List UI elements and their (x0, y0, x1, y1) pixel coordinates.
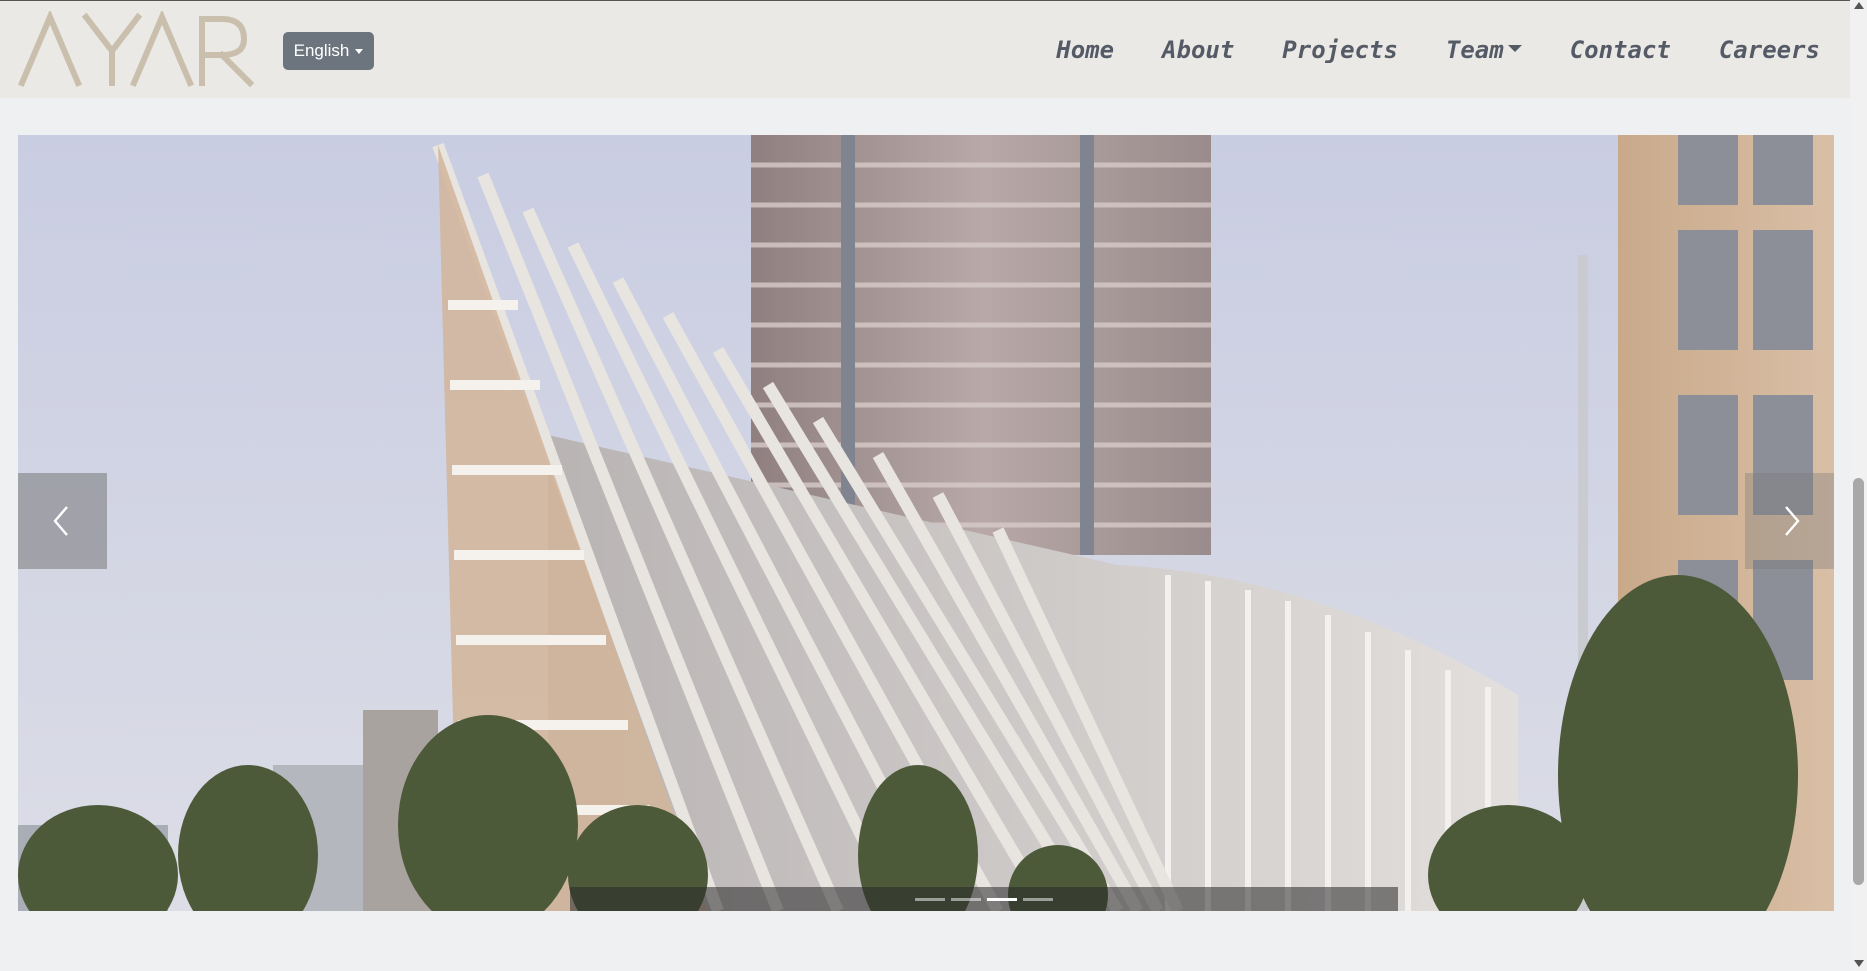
caret-down-icon (355, 48, 364, 54)
carousel-indicator[interactable] (1023, 897, 1053, 901)
hero-carousel (18, 135, 1834, 911)
carousel-indicator-active[interactable] (987, 897, 1017, 901)
scroll-up-arrow-icon[interactable] (1854, 2, 1864, 9)
carousel-prev-button[interactable] (18, 473, 107, 569)
caret-down-icon (1507, 44, 1522, 52)
nav-contact[interactable]: Contact (1570, 36, 1671, 64)
carousel-indicator[interactable] (951, 897, 981, 901)
nav-careers[interactable]: Careers (1719, 36, 1820, 64)
nav-team-label: Team (1445, 36, 1504, 64)
nav-home[interactable]: Home (1056, 36, 1114, 64)
carousel-indicators (570, 887, 1398, 911)
nav-about[interactable]: About (1162, 36, 1234, 64)
brand-logo[interactable] (16, 11, 256, 89)
navbar: English Home About Projects Team Contact… (0, 0, 1850, 98)
chevron-left-icon (52, 506, 68, 536)
nav-projects[interactable]: Projects (1282, 36, 1398, 64)
carousel-next-button[interactable] (1745, 473, 1834, 569)
language-dropdown-button[interactable]: English (283, 32, 374, 70)
vertical-scrollbar[interactable] (1850, 0, 1867, 971)
chevron-right-icon (1784, 506, 1800, 536)
scroll-down-arrow-icon[interactable] (1854, 960, 1864, 967)
main-nav: Home About Projects Team Contact Careers (1056, 1, 1820, 99)
carousel-indicator[interactable] (915, 897, 945, 901)
nav-team[interactable]: Team (1446, 36, 1522, 64)
scrollbar-thumb[interactable] (1853, 478, 1864, 885)
slide-image-building (18, 135, 1834, 911)
language-label: English (293, 41, 350, 60)
page: English Home About Projects Team Contact… (0, 0, 1867, 971)
